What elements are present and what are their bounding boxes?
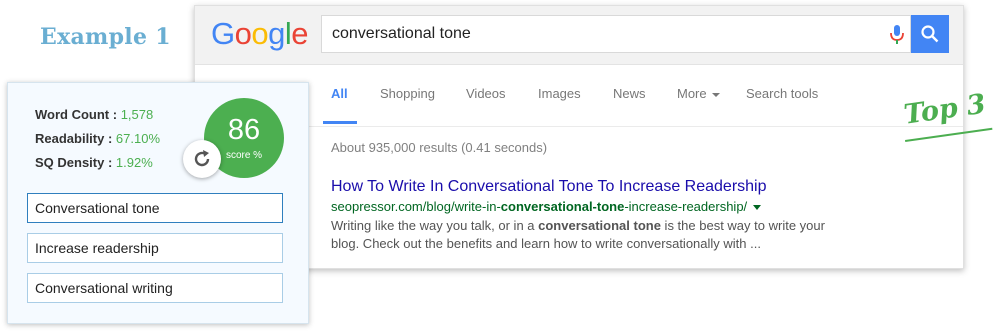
- refresh-icon: [194, 150, 210, 167]
- result-url[interactable]: seopressor.com/blog/write-in-conversatio…: [331, 199, 762, 214]
- example-label: Example 1: [40, 24, 171, 50]
- refresh-button[interactable]: [183, 140, 221, 178]
- google-search-window: Google conversational tone All Shopping …: [194, 5, 964, 269]
- keyword-input-3[interactable]: Conversational writing: [27, 273, 283, 303]
- result-title-link[interactable]: How To Write In Conversational Tone To I…: [331, 178, 767, 196]
- keyword-input-2[interactable]: Increase readership: [27, 233, 283, 263]
- snippet-bold-part: conversational tone: [538, 218, 661, 233]
- magnifier-icon: [921, 25, 939, 43]
- tab-videos[interactable]: Videos: [466, 86, 506, 101]
- active-tab-indicator: [323, 121, 357, 124]
- tab-all[interactable]: All: [331, 86, 348, 101]
- google-logo[interactable]: Google: [211, 16, 309, 52]
- sq-density-stat: SQ Density : 1.92%: [35, 155, 153, 170]
- word-count-value: 1,578: [120, 107, 154, 122]
- keyword-input-1[interactable]: Conversational tone: [27, 193, 283, 223]
- search-input[interactable]: conversational tone: [321, 15, 911, 53]
- tab-more-label: More: [677, 86, 707, 101]
- tab-search-tools[interactable]: Search tools: [746, 86, 818, 101]
- url-part: seopressor.com/blog/write-in-: [331, 199, 501, 214]
- tab-shopping[interactable]: Shopping: [380, 86, 435, 101]
- microphone-icon[interactable]: [890, 25, 904, 50]
- caret-down-icon[interactable]: [753, 205, 762, 211]
- logo-letter: o: [234, 16, 252, 51]
- logo-letter: o: [251, 16, 269, 51]
- score-value: 86: [227, 114, 261, 146]
- word-count-label: Word Count :: [35, 107, 118, 122]
- url-part: -increase-readership/: [624, 199, 748, 214]
- readability-label: Readability :: [35, 131, 113, 146]
- result-stats: About 935,000 results (0.41 seconds): [331, 140, 548, 155]
- snippet-part: Writing like the way you talk, or in a: [331, 218, 539, 233]
- google-header: Google conversational tone: [195, 6, 963, 65]
- tab-images[interactable]: Images: [538, 86, 581, 101]
- readability-stat: Readability : 67.10%: [35, 131, 160, 146]
- seo-score-panel: Word Count : 1,578 Readability : 67.10% …: [7, 82, 309, 324]
- search-button[interactable]: [911, 15, 949, 53]
- chevron-down-icon: [711, 92, 720, 97]
- sq-density-value: 1.92%: [115, 155, 153, 170]
- sq-density-label: SQ Density :: [35, 155, 113, 170]
- logo-letter: e: [291, 16, 309, 51]
- result-snippet: Writing like the way you talk, or in a c…: [331, 217, 841, 253]
- tab-more[interactable]: More: [677, 86, 720, 101]
- logo-letter: g: [268, 16, 285, 51]
- url-bold-part: conversational-tone: [500, 199, 625, 214]
- tab-news[interactable]: News: [613, 86, 646, 101]
- word-count-stat: Word Count : 1,578: [35, 107, 153, 122]
- readability-value: 67.10%: [115, 131, 161, 146]
- search-tabs: All Shopping Videos Images News More Sea…: [195, 64, 963, 127]
- search-query-text[interactable]: conversational tone: [332, 25, 471, 43]
- logo-letter: G: [211, 16, 235, 51]
